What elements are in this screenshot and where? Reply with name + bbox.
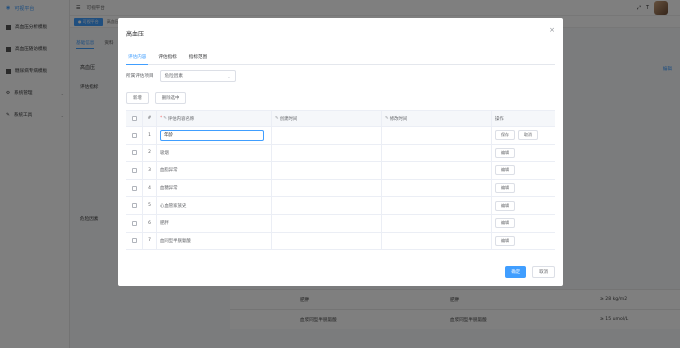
row-checkbox[interactable] — [131, 132, 137, 138]
edit-button[interactable]: 编辑 — [495, 183, 515, 194]
row-checkbox[interactable] — [131, 167, 137, 173]
modal-dialog: 高血压 × 评估内容 评估指标 指标范围 所属评估项目 危险因素 ⌄ 新增 删除… — [118, 18, 563, 286]
table-row: 1 年龄 保存 取消 — [126, 127, 555, 145]
edit-button[interactable]: 编辑 — [495, 165, 515, 176]
tab-indicator-range[interactable]: 指标范围 — [187, 54, 209, 64]
add-button[interactable]: 新增 — [126, 92, 149, 104]
cancel-button[interactable]: 取消 — [532, 266, 555, 278]
row-created — [272, 197, 382, 214]
row-actions: 编辑 — [492, 145, 555, 162]
row-checkbox-cell — [126, 197, 143, 214]
row-name: 心血管家族史 — [157, 197, 272, 214]
row-modified — [382, 127, 492, 144]
edit-button[interactable]: 编辑 — [495, 218, 515, 229]
table-actions: 新增 删除选中 — [126, 92, 187, 104]
header-action: 操作 — [495, 116, 504, 122]
row-created — [272, 232, 382, 250]
row-checkbox-cell — [126, 232, 143, 250]
row-checkbox[interactable] — [131, 203, 137, 209]
row-index: 4 — [143, 179, 157, 197]
header-modified: ✎ 修改时间 — [382, 111, 492, 126]
project-select-value: 危险因素 — [164, 74, 183, 79]
confirm-button[interactable]: 确定 — [505, 266, 527, 278]
tab-assessment-content[interactable]: 评估内容 — [126, 54, 149, 65]
row-name: 血脂异常 — [157, 162, 272, 179]
row-checkbox-cell — [126, 144, 143, 162]
row-created — [272, 214, 382, 232]
table-row: 7 血同型半胱氨酸 编辑 — [126, 232, 555, 251]
chevron-down-icon: ⌄ — [227, 73, 231, 79]
row-actions: 保存 取消 — [492, 127, 555, 144]
row-name-cell: 年龄 — [157, 127, 272, 144]
edit-button[interactable]: 编辑 — [495, 200, 515, 211]
delete-selected-button[interactable]: 删除选中 — [154, 92, 187, 104]
header-created: ✎ 创建时间 — [272, 111, 382, 126]
modal-footer: 确定 取消 — [505, 266, 555, 278]
project-select[interactable]: 危险因素 ⌄ — [159, 70, 236, 82]
table-row: 5 心血管家族史 编辑 — [126, 197, 555, 215]
row-index: 6 — [143, 214, 157, 232]
header-modified-label: 修改时间 — [389, 116, 408, 122]
row-checkbox[interactable] — [131, 220, 137, 226]
header-name-label: 评估内容名称 — [167, 116, 195, 122]
row-name: 血糖异常 — [157, 179, 272, 197]
header-checkbox-cell — [126, 111, 143, 126]
content-table: # * ✎ 评估内容名称 ✎ 创建时间 ✎ 修改时间 操作 1 年龄 保存 取消 2 吸… — [126, 110, 555, 251]
edit-button[interactable]: 编辑 — [495, 147, 515, 158]
close-icon[interactable]: × — [549, 26, 555, 34]
row-index: 7 — [143, 232, 157, 250]
table-row: 3 血脂异常 编辑 — [126, 162, 555, 180]
name-input[interactable]: 年龄 — [160, 129, 264, 141]
row-checkbox-cell — [126, 162, 143, 179]
project-select-label: 所属评估项目 — [126, 74, 154, 79]
row-checkbox[interactable] — [131, 238, 137, 244]
row-created — [272, 144, 382, 162]
row-checkbox-cell — [126, 179, 143, 197]
table-header: # * ✎ 评估内容名称 ✎ 创建时间 ✎ 修改时间 操作 — [126, 111, 555, 127]
header-created-label: 创建时间 — [279, 116, 298, 122]
tab-assessment-indicators[interactable]: 评估指标 — [156, 54, 178, 64]
modal-title: 高血压 — [126, 31, 145, 38]
row-index: 1 — [143, 127, 157, 144]
row-modified — [382, 144, 492, 162]
edit-icon: ✎ — [163, 116, 167, 121]
row-modified — [382, 197, 492, 214]
project-select-row: 所属评估项目 危险因素 ⌄ — [126, 70, 236, 82]
table-row: 2 吸烟 编辑 — [126, 144, 555, 163]
row-actions: 编辑 — [492, 215, 555, 232]
row-created — [272, 127, 382, 144]
row-checkbox-cell — [126, 127, 143, 144]
cancel-row-button[interactable]: 取消 — [518, 130, 538, 141]
row-name: 吸烟 — [157, 144, 272, 162]
modal-tabs: 评估内容 评估指标 指标范围 — [126, 54, 555, 65]
row-actions: 编辑 — [492, 233, 555, 250]
row-actions: 编辑 — [492, 197, 555, 214]
row-created — [272, 162, 382, 179]
edit-icon: ✎ — [275, 116, 279, 121]
table-row: 6 肥胖 编辑 — [126, 214, 555, 233]
edit-icon: ✎ — [385, 116, 389, 121]
row-created — [272, 179, 382, 197]
row-checkbox[interactable] — [131, 185, 137, 191]
row-actions: 编辑 — [492, 162, 555, 179]
row-name: 血同型半胱氨酸 — [157, 232, 272, 250]
row-checkbox[interactable] — [131, 150, 137, 156]
row-modified — [382, 162, 492, 179]
save-button[interactable]: 保存 — [495, 130, 515, 141]
row-index: 3 — [143, 162, 157, 179]
row-modified — [382, 179, 492, 197]
row-index: 2 — [143, 144, 157, 162]
row-name: 肥胖 — [157, 214, 272, 232]
row-checkbox-cell — [126, 214, 143, 232]
edit-button[interactable]: 编辑 — [495, 235, 515, 246]
select-all-checkbox[interactable] — [131, 116, 137, 121]
row-modified — [382, 214, 492, 232]
row-actions: 编辑 — [492, 180, 555, 197]
row-index: 5 — [143, 197, 157, 214]
header-index: # — [143, 111, 157, 126]
row-modified — [382, 232, 492, 250]
header-name: * ✎ 评估内容名称 — [157, 111, 272, 126]
table-row: 4 血糖异常 编辑 — [126, 179, 555, 198]
